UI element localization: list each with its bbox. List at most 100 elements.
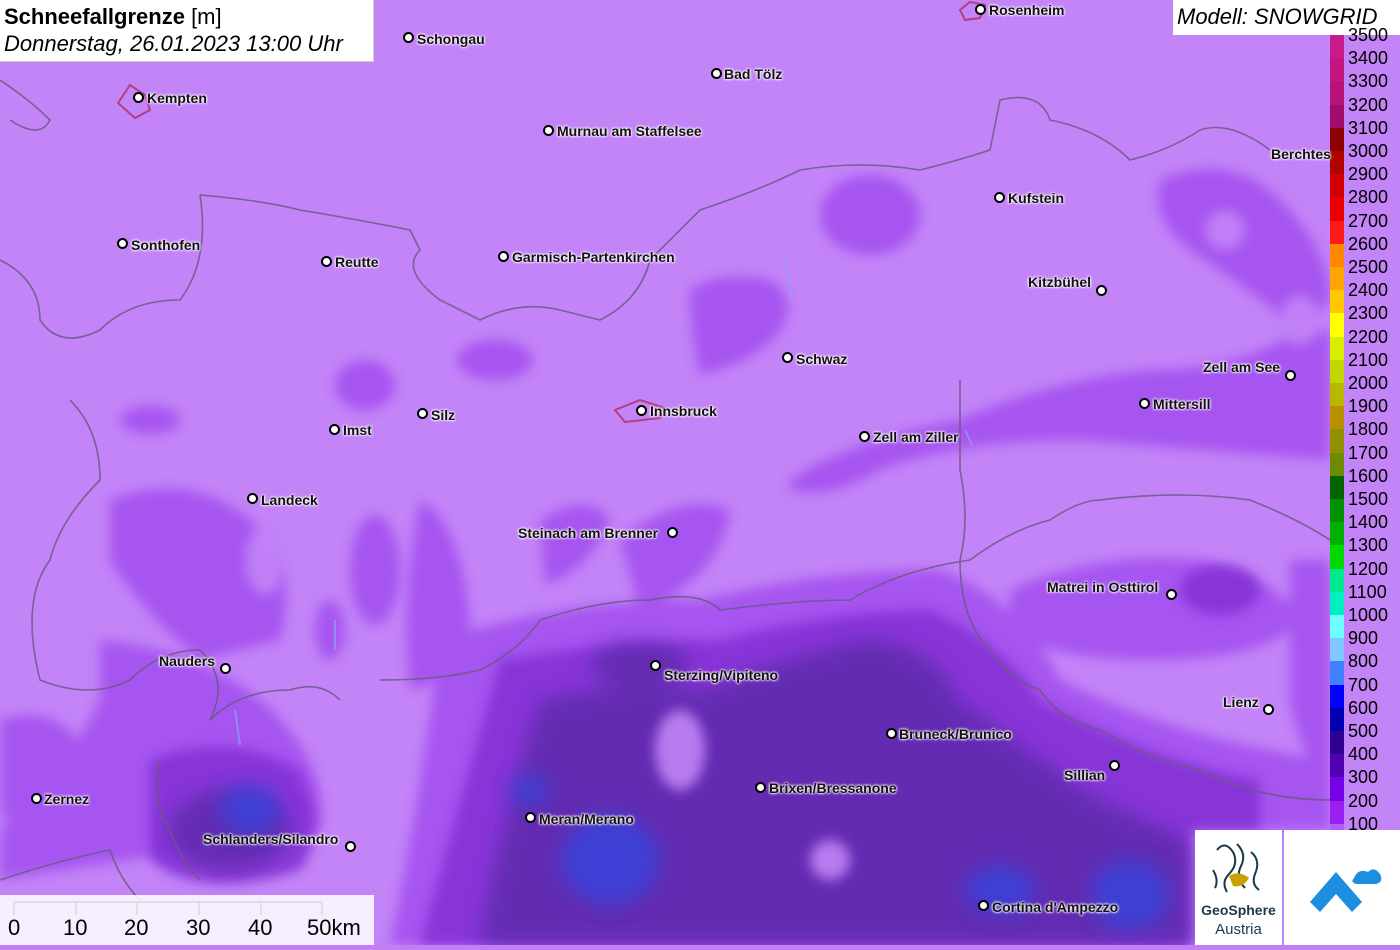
legend-row: 200 xyxy=(1328,789,1400,824)
city-sonthofen[interactable]: Sonthofen xyxy=(131,238,200,252)
legend-label: 2700 xyxy=(1348,210,1389,231)
scale-label-0: 0 xyxy=(8,915,21,940)
legend-label: 1700 xyxy=(1348,442,1389,463)
legend-label: 1000 xyxy=(1348,605,1389,625)
city-dot xyxy=(1285,370,1296,381)
city-dot xyxy=(782,352,793,363)
city-dot xyxy=(1096,285,1107,296)
city-steinach[interactable]: Steinach am Brenner xyxy=(518,526,658,540)
city-dot xyxy=(975,4,986,15)
legend-label: 900 xyxy=(1348,628,1379,649)
legend-row: 3000 xyxy=(1328,139,1400,175)
legend-row: 300 xyxy=(1328,765,1400,801)
city-sterzing[interactable]: Sterzing/Vipiteno xyxy=(664,668,778,682)
city-cortina[interactable]: Cortina d'Ampezzo xyxy=(992,900,1118,914)
city-silz[interactable]: Silz xyxy=(431,408,455,422)
title-unit: [m] xyxy=(184,4,222,29)
legend-row: 2600 xyxy=(1328,232,1400,267)
city-kufstein[interactable]: Kufstein xyxy=(1008,191,1064,205)
legend-row: 2200 xyxy=(1328,325,1400,360)
legend-label: 3300 xyxy=(1348,71,1389,92)
legend-row: 3300 xyxy=(1328,69,1400,105)
city-dot xyxy=(417,408,428,419)
map-title-box: Schneefallgrenze [m] Donnerstag, 26.01.2… xyxy=(0,0,374,62)
city-dot xyxy=(117,238,128,249)
legend-label: 2900 xyxy=(1348,164,1389,185)
legend-label: 800 xyxy=(1348,651,1379,672)
city-meran[interactable]: Meran/Merano xyxy=(539,812,634,826)
legend-row: 1400 xyxy=(1328,510,1400,546)
scale-bar: 0 10 20 30 40 50km xyxy=(0,895,374,945)
legend-row: 2400 xyxy=(1328,278,1400,314)
legend-row: 1700 xyxy=(1328,441,1400,476)
city-bad-toelz[interactable]: Bad Tölz xyxy=(724,67,782,81)
city-berchtesgaden[interactable]: Berchtes xyxy=(1271,147,1331,161)
legend-label: 2300 xyxy=(1348,303,1389,324)
legend-label: 300 xyxy=(1348,767,1379,788)
city-imst[interactable]: Imst xyxy=(343,423,372,437)
legend-label: 1200 xyxy=(1348,558,1389,579)
city-schwaz[interactable]: Schwaz xyxy=(796,352,847,366)
city-schlanders[interactable]: Schlanders/Silandro xyxy=(203,832,338,846)
scale-label-30: 30 xyxy=(186,915,211,940)
legend-row: 2700 xyxy=(1328,209,1400,244)
mountain-cloud-icon xyxy=(1310,869,1382,912)
legend-row: 1900 xyxy=(1328,394,1400,430)
legend-row: 1200 xyxy=(1328,557,1400,592)
city-garmisch[interactable]: Garmisch-Partenkirchen xyxy=(512,250,675,264)
legend-row: 1500 xyxy=(1328,487,1400,523)
city-nauders[interactable]: Nauders xyxy=(159,654,215,668)
city-dot xyxy=(345,841,356,852)
city-dot xyxy=(403,32,414,43)
legend-row: 700 xyxy=(1328,673,1400,708)
city-rosenheim[interactable]: Rosenheim xyxy=(989,3,1064,17)
legend-label: 700 xyxy=(1348,674,1379,695)
legend-row: 3100 xyxy=(1328,116,1400,151)
city-dot xyxy=(859,431,870,442)
city-dot xyxy=(650,660,661,671)
city-brixen[interactable]: Brixen/Bressanone xyxy=(769,781,897,795)
city-sillian[interactable]: Sillian xyxy=(1064,768,1105,782)
legend-label: 3400 xyxy=(1348,48,1389,69)
legend-label: 1500 xyxy=(1348,489,1389,509)
city-kitzbuehel[interactable]: Kitzbühel xyxy=(1028,275,1091,289)
scale-label-20: 20 xyxy=(124,915,149,940)
legend-row: 2500 xyxy=(1328,255,1400,291)
geosphere-name: GeoSphere xyxy=(1201,902,1276,918)
city-kempten[interactable]: Kempten xyxy=(147,91,207,105)
city-dot xyxy=(711,68,722,79)
city-matrei[interactable]: Matrei in Osttirol xyxy=(1047,580,1158,594)
legend-row: 3400 xyxy=(1328,46,1400,82)
legend-row: 400 xyxy=(1328,742,1400,778)
legend-label: 1400 xyxy=(1348,512,1389,533)
city-zell-am-see[interactable]: Zell am See xyxy=(1203,360,1280,374)
city-dot xyxy=(636,405,647,416)
legend-label: 500 xyxy=(1348,721,1379,741)
geosphere-emblem-icon xyxy=(1212,843,1260,893)
legend-label: 3000 xyxy=(1348,141,1389,161)
city-landeck[interactable]: Landeck xyxy=(261,493,318,507)
app-logo[interactable] xyxy=(1284,830,1400,945)
scale-label-10: 10 xyxy=(63,915,88,940)
city-mittersill[interactable]: Mittersill xyxy=(1153,397,1211,411)
legend-label: 3200 xyxy=(1348,94,1389,115)
legend-label: 2000 xyxy=(1348,373,1389,393)
city-innsbruck[interactable]: Innsbruck xyxy=(650,404,717,418)
city-murnau[interactable]: Murnau am Staffelsee xyxy=(557,124,702,138)
city-reutte[interactable]: Reutte xyxy=(335,255,379,269)
geosphere-logo[interactable]: GeoSphere Austria xyxy=(1195,830,1282,945)
snowline-map[interactable] xyxy=(0,0,1400,945)
legend-label: 2400 xyxy=(1348,280,1389,301)
city-zernez[interactable]: Zernez xyxy=(44,792,89,806)
legend-label: 3500 xyxy=(1348,25,1389,45)
city-schongau[interactable]: Schongau xyxy=(417,32,485,46)
legend-label: 1900 xyxy=(1348,396,1389,417)
legend-label: 200 xyxy=(1348,790,1379,811)
legend-label: 1100 xyxy=(1348,581,1387,602)
city-zell-am-ziller[interactable]: Zell am Ziller xyxy=(873,430,959,444)
city-bruneck[interactable]: Bruneck/Brunico xyxy=(899,727,1012,741)
scale-label-50km: 50km xyxy=(307,915,361,940)
city-dot xyxy=(543,125,554,136)
city-dot xyxy=(1263,704,1274,715)
city-lienz[interactable]: Lienz xyxy=(1223,695,1259,709)
